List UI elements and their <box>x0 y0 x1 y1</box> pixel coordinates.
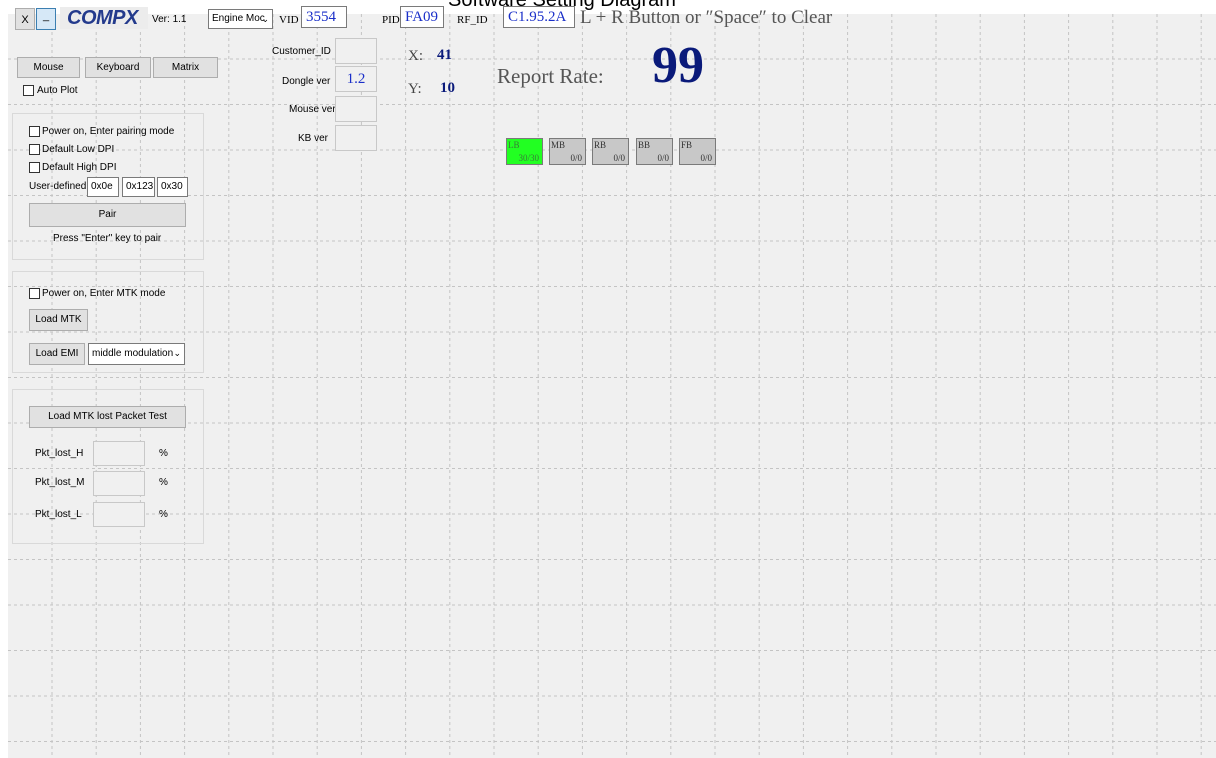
pkt-lost-h-label: Pkt_lost_H <box>35 448 84 459</box>
default-low-dpi-checkbox[interactable] <box>29 144 40 155</box>
power-on-pairing-label: Power on, Enter pairing mode <box>42 126 175 137</box>
default-low-dpi-label: Default Low DPI <box>42 144 115 155</box>
mouse-ver-label: Mouse ver <box>289 104 336 115</box>
user-defined-field-3[interactable]: 0x30 <box>157 177 188 197</box>
pkt-lost-l-label: Pkt_lost_L <box>35 509 82 520</box>
button-indicator-rb: RB 0/0 <box>592 138 629 165</box>
rf-id-label: RF_ID <box>457 14 488 26</box>
version-label: Ver: 1.1 <box>152 14 187 25</box>
mouse-ver-field <box>335 96 377 122</box>
chevron-down-icon: ⌄ <box>261 14 269 24</box>
load-emi-button[interactable]: Load EMI <box>29 343 85 365</box>
tab-keyboard[interactable]: Keyboard <box>85 57 151 78</box>
pkt-lost-l-unit: % <box>159 509 168 520</box>
button-indicator-bb: BB 0/0 <box>636 138 673 165</box>
tab-mouse[interactable]: Mouse <box>17 57 80 78</box>
y-label: Y: <box>408 81 422 97</box>
power-on-mtk-checkbox[interactable] <box>29 288 40 299</box>
dongle-ver-value: 1.2 <box>335 66 377 92</box>
pkt-lost-m-field <box>93 471 145 496</box>
load-mtk-button[interactable]: Load MTK <box>29 309 88 331</box>
clear-hint: L + R Button or ″Space″ to Clear <box>580 7 833 28</box>
kb-ver-field <box>335 125 377 151</box>
kb-ver-label: KB ver <box>298 133 329 144</box>
pkt-lost-l-field <box>93 502 145 527</box>
close-button[interactable]: X <box>15 8 35 30</box>
pkt-lost-m-unit: % <box>159 477 168 488</box>
vid-value: 3554 <box>301 6 347 28</box>
minimize-icon: _ <box>42 10 50 22</box>
pid-label: PID <box>382 14 400 26</box>
user-defined-label: User-defined <box>29 181 87 192</box>
minimize-button[interactable]: _ <box>36 8 56 30</box>
load-mtk-lost-packet-test-button[interactable]: Load MTK lost Packet Test <box>29 406 186 428</box>
x-value: 41 <box>437 47 452 63</box>
vid-label: VID <box>279 14 299 26</box>
y-value: 10 <box>440 80 455 96</box>
user-defined-field-2[interactable]: 0x123 <box>122 177 155 197</box>
pkt-lost-h-field <box>93 441 145 466</box>
pair-button[interactable]: Pair <box>29 203 186 227</box>
button-indicator-lb: LB 30/30 <box>506 138 543 165</box>
button-indicator-fb: FB 0/0 <box>679 138 716 165</box>
modulation-select[interactable]: middle modulation ⌄ <box>88 343 185 365</box>
dongle-ver-label: Dongle ver <box>282 76 331 87</box>
report-rate-value: 99 <box>652 37 704 94</box>
x-label: X: <box>408 48 423 64</box>
default-high-dpi-label: Default High DPI <box>42 162 117 173</box>
customer-id-field <box>335 38 377 64</box>
rf-id-value: C1.95.2A <box>503 6 575 28</box>
default-high-dpi-checkbox[interactable] <box>29 162 40 173</box>
pkt-lost-m-label: Pkt_lost_M <box>35 477 85 488</box>
power-on-mtk-label: Power on, Enter MTK mode <box>42 288 166 299</box>
customer-id-label: Customer_ID <box>272 46 331 57</box>
pid-value: FA09 <box>400 6 444 28</box>
user-defined-field-1[interactable]: 0x0e <box>87 177 119 197</box>
auto-plot-label: Auto Plot <box>37 85 78 96</box>
tab-matrix[interactable]: Matrix <box>153 57 218 78</box>
chevron-down-icon: ⌄ <box>173 348 181 358</box>
auto-plot-checkbox[interactable] <box>23 85 34 96</box>
power-on-pairing-checkbox[interactable] <box>29 126 40 137</box>
pkt-lost-h-unit: % <box>159 448 168 459</box>
mode-select[interactable]: Engine Moc ⌄ <box>208 9 273 29</box>
button-indicator-mb: MB 0/0 <box>549 138 586 165</box>
report-rate-label: Report Rate: <box>497 64 604 88</box>
compx-logo: COMPX <box>60 7 148 29</box>
pair-hint: Press "Enter" key to pair <box>53 233 162 244</box>
